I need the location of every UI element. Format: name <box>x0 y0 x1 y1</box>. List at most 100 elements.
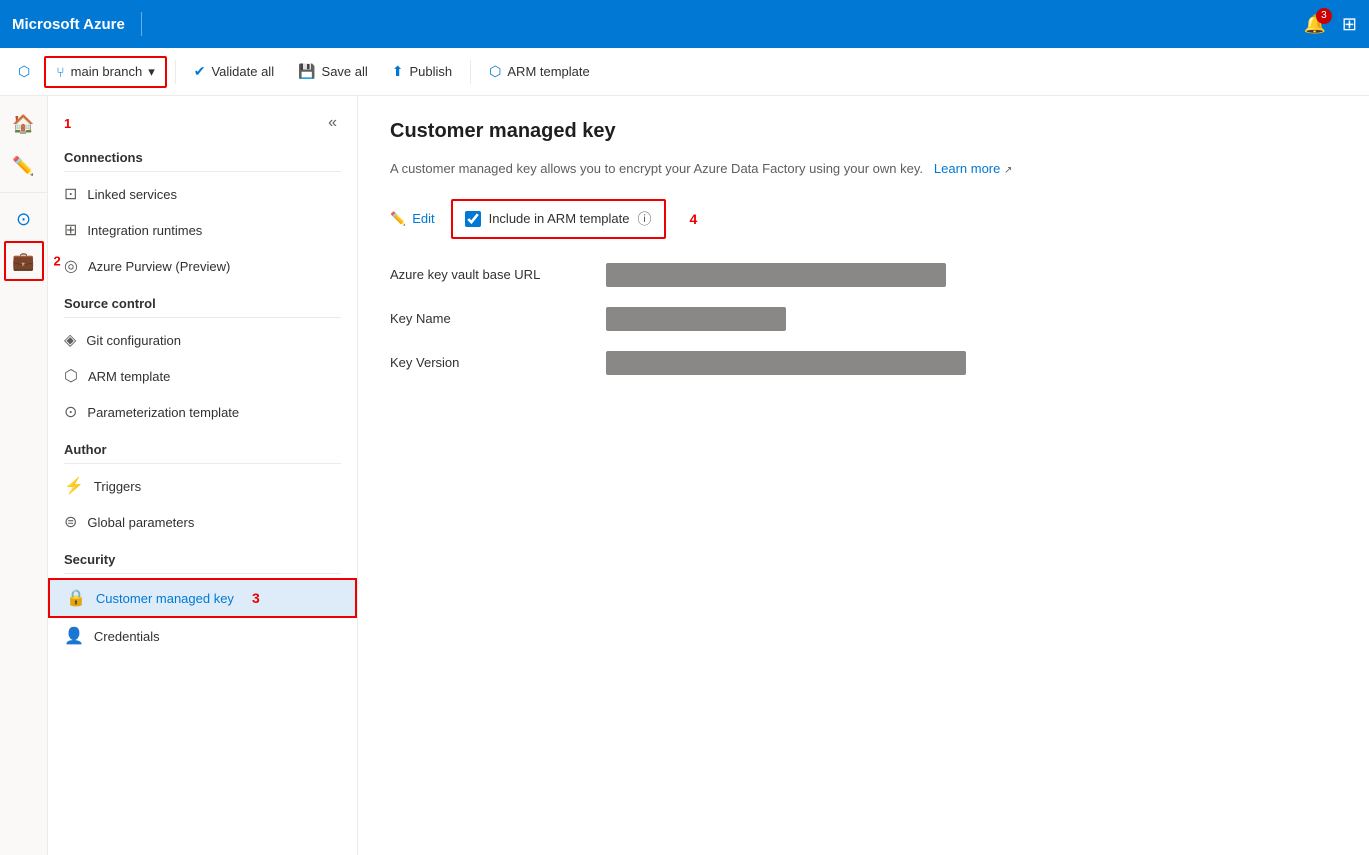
branch-button[interactable]: ⑂ main branch ▾ <box>44 56 166 88</box>
arm-template-button[interactable]: ⬡ ARM template <box>479 57 600 86</box>
azure-purview-icon: ◎ <box>64 256 78 276</box>
triggers-label: Triggers <box>94 479 141 494</box>
triggers-icon: ⚡ <box>64 476 84 496</box>
source-control-divider <box>64 317 341 318</box>
linked-services-icon: ⊡ <box>64 184 77 204</box>
description-text: A customer managed key allows you to enc… <box>390 161 923 176</box>
content-description: A customer managed key allows you to enc… <box>390 159 1337 179</box>
credentials-label: Credentials <box>94 629 160 644</box>
home-rail-icon[interactable]: 🏠 <box>4 104 44 144</box>
grid-icon[interactable]: ⊞ <box>1342 14 1357 35</box>
global-params-label: Global parameters <box>87 515 194 530</box>
sidebar-item-credentials[interactable]: 👤 Credentials <box>48 618 357 654</box>
sidebar-number-1: 1 <box>64 116 71 131</box>
key-name-label: Key Name <box>390 311 590 326</box>
sidebar-item-azure-purview[interactable]: ◎ Azure Purview (Preview) <box>48 248 357 284</box>
branch-icon: ⑂ <box>56 64 64 80</box>
git-config-icon: ◈ <box>64 330 76 350</box>
toolbar-separator-2 <box>470 60 471 84</box>
customer-managed-key-icon: 🔒 <box>66 588 86 608</box>
toolbar-separator-1 <box>175 60 176 84</box>
security-divider <box>64 573 341 574</box>
chevron-down-icon: ▾ <box>148 64 155 80</box>
nav-back-button[interactable]: ⬡ <box>8 57 40 86</box>
publish-button[interactable]: ⬆ Publish <box>382 57 462 86</box>
key-name-row: Key Name <box>390 307 1337 331</box>
annotation-3: 3 <box>252 590 260 606</box>
edit-button[interactable]: ✏️ Edit <box>390 211 435 227</box>
azure-key-vault-label: Azure key vault base URL <box>390 267 590 282</box>
save-all-button[interactable]: 💾 Save all <box>288 57 378 86</box>
key-name-value <box>606 307 786 331</box>
content-area: Customer managed key A customer managed … <box>358 96 1369 855</box>
integration-runtimes-icon: ⊞ <box>64 220 77 240</box>
sidebar-item-arm-template[interactable]: ⬡ ARM template <box>48 358 357 394</box>
sidebar-item-global-params[interactable]: ⊜ Global parameters <box>48 504 357 540</box>
azure-key-vault-value <box>606 263 946 287</box>
top-bar-icons: 🔔 3 ⊞ <box>1303 14 1357 35</box>
key-version-label: Key Version <box>390 355 590 370</box>
pencil-rail-icon[interactable]: ✏️ <box>4 146 44 186</box>
connections-divider <box>64 171 341 172</box>
parameterization-label: Parameterization template <box>87 405 239 420</box>
include-arm-template-checkbox[interactable] <box>465 211 481 227</box>
sidebar-header: 1 « <box>48 104 357 138</box>
connections-section-title: Connections <box>48 138 357 171</box>
save-label: Save all <box>322 64 368 79</box>
sidebar-item-integration-runtimes[interactable]: ⊞ Integration runtimes <box>48 212 357 248</box>
edit-row: ✏️ Edit Include in ARM template ⓘ 4 <box>390 199 1337 239</box>
collapse-button[interactable]: « <box>324 112 341 134</box>
notification-icon[interactable]: 🔔 3 <box>1303 14 1325 35</box>
manage-rail-icon[interactable]: 💼 2 <box>4 241 44 281</box>
learn-more-link[interactable]: Learn more <box>934 161 1000 176</box>
rail-divider <box>0 192 47 193</box>
git-config-label: Git configuration <box>86 333 181 348</box>
credentials-icon: 👤 <box>64 626 84 646</box>
sidebar-number-2: 2 <box>54 254 61 269</box>
sidebar-item-linked-services[interactable]: ⊡ Linked services <box>48 176 357 212</box>
author-section-title: Author <box>48 430 357 463</box>
global-params-icon: ⊜ <box>64 512 77 532</box>
key-version-row: Key Version <box>390 351 1337 375</box>
arm-icon: ⬡ <box>489 63 501 80</box>
validate-icon: ✔ <box>194 63 206 80</box>
info-icon[interactable]: ⓘ <box>638 209 652 229</box>
save-icon: 💾 <box>298 63 315 80</box>
main-layout: 🏠 ✏️ ⊙ 💼 2 1 « Connections ⊡ Linked serv… <box>0 96 1369 855</box>
parameterization-icon: ⊙ <box>64 402 77 422</box>
edit-label: Edit <box>412 211 434 226</box>
sidebar-item-parameterization[interactable]: ⊙ Parameterization template <box>48 394 357 430</box>
external-link-icon: ↗ <box>1004 165 1012 176</box>
key-version-value <box>606 351 966 375</box>
azure-key-vault-row: Azure key vault base URL <box>390 263 1337 287</box>
icon-rail: 🏠 ✏️ ⊙ 💼 2 <box>0 96 48 855</box>
azure-purview-label: Azure Purview (Preview) <box>88 259 230 274</box>
arm-template-label: ARM template <box>507 64 589 79</box>
sidebar: 1 « Connections ⊡ Linked services ⊞ Inte… <box>48 96 358 855</box>
integration-runtimes-label: Integration runtimes <box>87 223 202 238</box>
author-divider <box>64 463 341 464</box>
customer-managed-key-label: Customer managed key <box>96 591 234 606</box>
include-arm-template-container: Include in ARM template ⓘ <box>451 199 666 239</box>
validate-label: Validate all <box>211 64 274 79</box>
app-title: Microsoft Azure <box>12 16 125 33</box>
toolbar: ⬡ ⑂ main branch ▾ ✔ Validate all 💾 Save … <box>0 48 1369 96</box>
include-arm-template-label: Include in ARM template <box>489 211 630 226</box>
publish-icon: ⬆ <box>392 63 404 80</box>
top-bar-divider <box>141 12 142 36</box>
globe-rail-icon[interactable]: ⊙ <box>4 199 44 239</box>
top-bar: Microsoft Azure 🔔 3 ⊞ <box>0 0 1369 48</box>
arm-template-nav-label: ARM template <box>88 369 170 384</box>
edit-pencil-icon: ✏️ <box>390 211 406 227</box>
sidebar-item-triggers[interactable]: ⚡ Triggers <box>48 468 357 504</box>
validate-all-button[interactable]: ✔ Validate all <box>184 57 284 86</box>
source-control-section-title: Source control <box>48 284 357 317</box>
sidebar-item-git-config[interactable]: ◈ Git configuration <box>48 322 357 358</box>
branch-label: main branch <box>71 64 143 79</box>
notification-badge: 3 <box>1316 8 1332 24</box>
arm-template-icon: ⬡ <box>64 366 78 386</box>
nav-icon: ⬡ <box>18 63 30 80</box>
publish-label: Publish <box>410 64 453 79</box>
security-section-title: Security <box>48 540 357 573</box>
sidebar-item-customer-managed-key[interactable]: 🔒 Customer managed key 3 <box>48 578 357 618</box>
